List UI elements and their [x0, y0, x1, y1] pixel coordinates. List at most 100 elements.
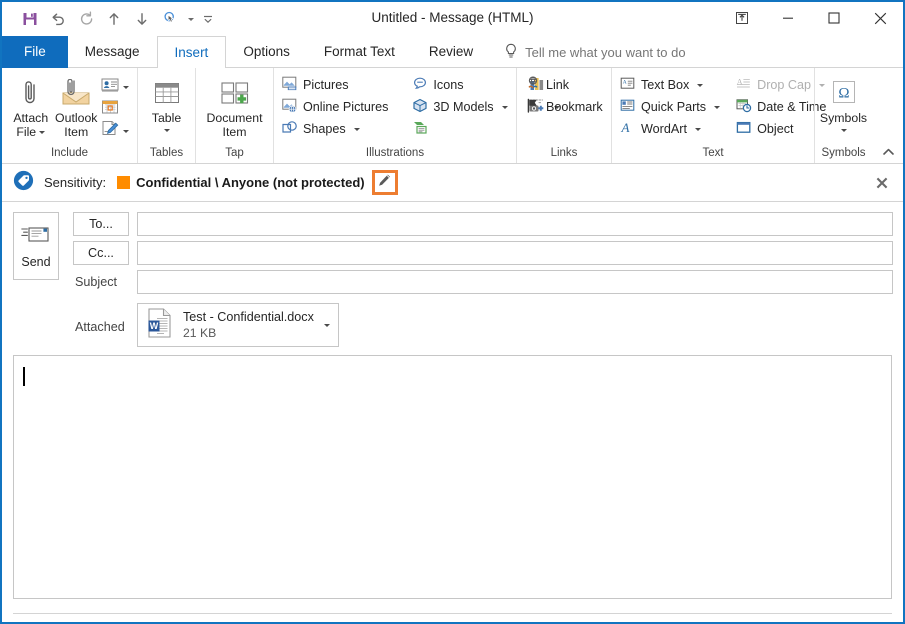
ribbon-group-label-tap: Tap: [225, 147, 244, 159]
close-icon[interactable]: [857, 2, 903, 34]
customize-quick-access-toolbar-icon[interactable]: [197, 7, 219, 31]
date-time-icon: [736, 98, 752, 116]
sensitivity-edit-button[interactable]: [371, 170, 398, 195]
text-box-label: Text Box: [641, 78, 690, 92]
quick-parts-button[interactable]: Quick Parts: [618, 96, 724, 118]
attachment-chevron-down-icon[interactable]: [324, 323, 330, 327]
touch-mouse-mode-caret-icon[interactable]: [184, 7, 197, 31]
attach-file-button[interactable]: Attach File: [8, 74, 54, 139]
svg-text:W: W: [150, 321, 159, 331]
online-pictures-label: Online Pictures: [303, 100, 389, 114]
quick-parts-caret-icon[interactable]: [714, 105, 721, 109]
icons-button[interactable]: Icons: [410, 74, 511, 96]
ribbon-group-label-symbols: Symbols: [821, 147, 866, 159]
svg-text:Ω: Ω: [838, 86, 849, 102]
shapes-button[interactable]: Shapes: [280, 118, 392, 140]
subject-input[interactable]: [137, 270, 893, 294]
cc-button[interactable]: Cc...: [73, 241, 129, 265]
to-input[interactable]: [137, 212, 893, 236]
tab-insert[interactable]: Insert: [156, 36, 227, 68]
outlook-item-button[interactable]: Outlook Item: [54, 74, 100, 139]
include-mini-buttons: [99, 74, 131, 142]
touch-mouse-mode-icon[interactable]: [156, 7, 184, 31]
bookmark-button[interactable]: Bookmark: [523, 96, 607, 118]
quick-parts-label: Quick Parts: [641, 100, 707, 114]
sensitivity-label: Sensitivity:: [44, 175, 107, 190]
links-col-1: Link Bookmark: [523, 74, 607, 118]
tab-file[interactable]: File: [2, 36, 68, 68]
object-label: Object: [757, 122, 794, 136]
save-icon[interactable]: [16, 7, 44, 31]
calendar-button[interactable]: [99, 98, 131, 120]
text-box-caret-icon[interactable]: [697, 83, 704, 87]
ribbon: Attach File Outlook Item Include Table T…: [2, 68, 903, 164]
maximize-icon[interactable]: [811, 2, 857, 34]
wordart-caret-icon[interactable]: [694, 127, 701, 131]
send-button[interactable]: Send: [13, 212, 59, 280]
lightbulb-icon: [504, 43, 518, 62]
business-card-button[interactable]: [99, 76, 131, 98]
undo-icon[interactable]: [44, 7, 72, 31]
restore-up-icon[interactable]: [719, 2, 765, 34]
outlook-item-label-1: Outlook: [55, 111, 98, 125]
attach-file-label-2: File: [16, 125, 37, 139]
previous-item-icon[interactable]: [100, 7, 128, 31]
cc-input[interactable]: [137, 241, 893, 265]
tell-me-search[interactable]: Tell me what you want to do: [504, 36, 686, 68]
online-pictures-button[interactable]: Online Pictures: [280, 96, 392, 118]
tab-options[interactable]: Options: [226, 36, 307, 68]
3d-models-caret-icon[interactable]: [501, 105, 508, 109]
bookmark-icon: [525, 98, 541, 116]
signature-caret-icon[interactable]: [123, 129, 129, 133]
sensitivity-color-swatch: [117, 176, 131, 189]
table-caret-icon[interactable]: [163, 129, 170, 132]
table-button[interactable]: Table: [144, 74, 189, 136]
signature-button[interactable]: [99, 120, 131, 142]
tab-review[interactable]: Review: [412, 36, 490, 68]
sensitivity-tag-icon: [13, 170, 34, 196]
status-separator: [13, 613, 892, 614]
symbols-button[interactable]: Ω Symbols: [819, 74, 868, 136]
collapse-ribbon-icon[interactable]: [879, 143, 897, 161]
shapes-label: Shapes: [303, 122, 346, 136]
minimize-icon[interactable]: [765, 2, 811, 34]
pictures-button[interactable]: Pictures: [280, 74, 392, 96]
symbols-caret-icon[interactable]: [840, 129, 847, 132]
sensitivity-bar: Sensitivity: Confidential \ Anyone (not …: [2, 164, 903, 202]
next-item-icon[interactable]: [128, 7, 156, 31]
message-body[interactable]: [13, 355, 892, 599]
ribbon-group-links: Link Bookmark Links: [516, 68, 611, 163]
calendar-icon: [101, 99, 120, 120]
title-bar: Untitled - Message (HTML): [2, 2, 903, 36]
send-column: Send: [13, 212, 59, 280]
redo-icon[interactable]: [72, 7, 100, 31]
shapes-caret-icon[interactable]: [353, 127, 360, 131]
tab-format-text[interactable]: Format Text: [307, 36, 412, 68]
compose-fields: To... Cc... Subject Attached W Test - Co…: [73, 212, 893, 347]
ribbon-group-label-include: Include: [50, 147, 89, 159]
wordart-button[interactable]: A WordArt: [618, 118, 724, 140]
icons-icon: [412, 76, 428, 94]
table-label: Table: [151, 111, 182, 125]
send-envelope-icon: [21, 224, 51, 249]
smartart-button[interactable]: [410, 118, 511, 140]
ribbon-group-tables: Table Tables: [137, 68, 195, 163]
business-card-caret-icon[interactable]: [123, 85, 129, 89]
text-box-button[interactable]: A Text Box: [618, 74, 724, 96]
cc-row: Cc...: [73, 241, 893, 265]
to-row: To...: [73, 212, 893, 236]
sensitivity-close-button[interactable]: [871, 172, 893, 194]
subject-label: Subject: [75, 275, 118, 289]
3d-models-button[interactable]: 3D Models: [410, 96, 511, 118]
link-button[interactable]: Link: [523, 74, 607, 96]
attach-file-caret-icon[interactable]: [39, 131, 46, 135]
attachment-chip[interactable]: W Test - Confidential.docx 21 KB: [137, 303, 339, 347]
wordart-label: WordArt: [641, 122, 687, 136]
send-button-label: Send: [21, 254, 51, 269]
drop-cap-label: Drop Cap: [757, 78, 811, 92]
online-pictures-icon: [282, 98, 298, 116]
svg-text:A: A: [621, 120, 630, 135]
to-button[interactable]: To...: [73, 212, 129, 236]
tab-message[interactable]: Message: [68, 36, 157, 68]
document-item-button[interactable]: Document Item: [202, 74, 267, 139]
